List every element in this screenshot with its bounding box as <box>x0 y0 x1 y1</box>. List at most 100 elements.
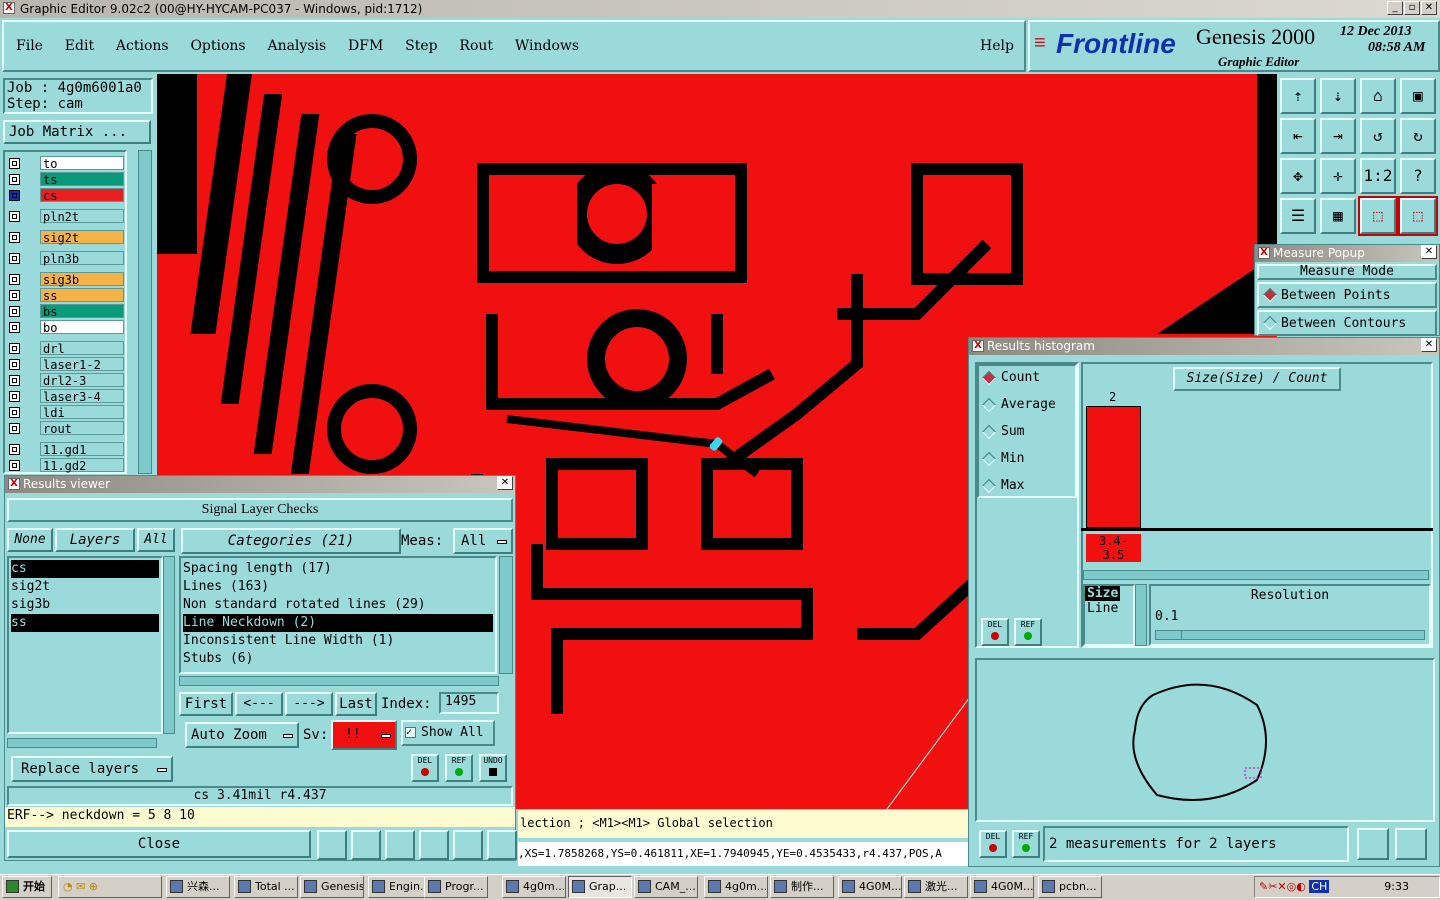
histogram-ref-button[interactable]: REF <box>1014 618 1042 646</box>
layer-name[interactable]: sig3b <box>40 272 124 287</box>
layer-row-drl[interactable]: drl <box>7 341 125 356</box>
radio-average[interactable]: Average <box>981 395 1073 417</box>
taskbar-item[interactable]: 4g0m... <box>502 876 566 898</box>
first-button[interactable]: First <box>179 692 233 716</box>
layer-checkbox[interactable] <box>9 274 20 285</box>
layer-checkbox[interactable] <box>9 444 20 455</box>
layer-checkbox[interactable] <box>9 375 20 386</box>
size-label[interactable]: Size <box>1085 586 1121 601</box>
scale-icon[interactable]: 1:2 <box>1360 158 1396 194</box>
all-button[interactable]: All <box>137 528 175 552</box>
open-icon[interactable]: ⇡ <box>1280 78 1316 114</box>
tray-icons[interactable]: ✎✂✕◎◐ <box>1259 880 1306 893</box>
layer-checkbox[interactable] <box>9 343 20 354</box>
resolution-slider[interactable] <box>1155 630 1425 640</box>
histogram-hscrollbar[interactable] <box>1083 570 1429 580</box>
help-icon[interactable]: ? <box>1400 158 1436 194</box>
lang-indicator[interactable]: CH <box>1309 880 1330 893</box>
preview-ref-button[interactable]: REF <box>1012 830 1040 858</box>
job-matrix-button[interactable]: Job Matrix ... <box>3 120 151 144</box>
layer-name[interactable]: ts <box>40 172 124 187</box>
undo-icon[interactable]: ↺ <box>1360 118 1396 154</box>
next-button[interactable]: ---> <box>285 692 333 716</box>
taskbar-item[interactable]: 兴森... <box>166 876 230 898</box>
layer-checkbox[interactable] <box>9 253 20 264</box>
window-icon[interactable]: ▣ <box>1400 78 1436 114</box>
menu-rout[interactable]: Rout <box>459 38 493 54</box>
auto-zoom-dropdown[interactable]: Auto Zoom <box>185 722 299 748</box>
layer-row-pln2t[interactable]: pln2t <box>7 209 125 224</box>
replace-layers-dropdown[interactable]: Replace layers <box>11 756 173 782</box>
settings-icon[interactable]: ☰ <box>1280 198 1316 234</box>
menu-dfm[interactable]: DFM <box>348 38 383 54</box>
taskbar-item[interactable]: 4G0M... <box>970 876 1034 898</box>
taskbar-item[interactable]: Progr... <box>424 876 488 898</box>
layer-checkbox[interactable] <box>9 232 20 243</box>
layer-checkbox[interactable] <box>9 460 20 471</box>
last-button[interactable]: Last <box>335 692 377 716</box>
layer-list-scrollbar[interactable] <box>163 556 175 734</box>
layer-checkbox[interactable] <box>9 290 20 301</box>
results-undo-button[interactable]: UNDO <box>479 754 507 782</box>
radio-max[interactable]: Max <box>981 476 1073 498</box>
layer-name[interactable]: ldi <box>40 405 124 420</box>
maximize-button[interactable]: ▫ <box>1404 1 1420 15</box>
histogram-export-icon[interactable] <box>1395 828 1427 860</box>
none-button[interactable]: None <box>7 528 53 552</box>
preview-del-button[interactable]: DEL <box>979 830 1007 858</box>
layer-checkbox[interactable] <box>9 211 20 222</box>
category-item[interactable]: Stubs (6) <box>183 650 493 668</box>
home-icon[interactable]: ⌂ <box>1360 78 1396 114</box>
layer-row-sig2t[interactable]: sig2t <box>7 230 125 245</box>
step-icon[interactable] <box>419 830 449 860</box>
layer-checkbox[interactable] <box>9 359 20 370</box>
taskbar-item[interactable]: Genesis <box>300 876 364 898</box>
layer-name[interactable]: cs <box>40 188 124 203</box>
category-item[interactable]: Lines (163) <box>183 578 493 596</box>
layer-row-pln3b[interactable]: pln3b <box>7 251 125 266</box>
layer-name[interactable]: pln2t <box>40 209 124 224</box>
radio-count[interactable]: Count <box>981 368 1073 390</box>
delete-icon[interactable] <box>385 830 415 860</box>
category-scrollbar[interactable] <box>499 556 513 674</box>
layer-name[interactable]: 11.gd1 <box>40 442 124 457</box>
layer-row-rout[interactable]: rout <box>7 421 125 436</box>
show-all-checkbox[interactable]: ✓ Show All <box>401 720 495 746</box>
layer-checkbox[interactable] <box>9 158 20 169</box>
histogram-zoom-icon[interactable] <box>1357 828 1389 860</box>
layer-list-hscrollbar[interactable] <box>7 738 157 748</box>
taskbar-item[interactable]: pcbn... <box>1038 876 1102 898</box>
layer-name[interactable]: rout <box>40 421 124 436</box>
pin-icon[interactable] <box>317 830 347 860</box>
results-close-action[interactable]: Close <box>7 830 311 858</box>
meas-dropdown[interactable]: All <box>453 528 513 554</box>
layer-name[interactable]: to <box>40 156 124 171</box>
save-icon[interactable]: ⇣ <box>1320 78 1356 114</box>
forward-icon[interactable]: ⇥ <box>1320 118 1356 154</box>
fit-icon[interactable]: ✥ <box>1280 158 1316 194</box>
minimize-button[interactable]: _ <box>1387 1 1403 15</box>
layer-checkbox[interactable] <box>9 391 20 402</box>
layer-checkbox[interactable] <box>9 407 20 418</box>
result-layer-item[interactable]: ss <box>11 614 159 632</box>
menu-help[interactable]: Help <box>980 38 1014 54</box>
layer-name[interactable]: bo <box>40 320 124 335</box>
layer-name[interactable]: 11.gd2 <box>40 458 124 473</box>
results-ref-button[interactable]: REF <box>445 754 473 782</box>
index-input[interactable]: 1495 <box>439 692 499 714</box>
menu-actions[interactable]: Actions <box>116 38 169 54</box>
line-label[interactable]: Line <box>1085 601 1133 616</box>
layer-row-sig3b[interactable]: sig3b <box>7 272 125 287</box>
measure-icon[interactable]: ⬚ <box>1358 196 1398 236</box>
histogram-del-button[interactable]: DEL <box>981 618 1009 646</box>
redo-icon[interactable]: ↻ <box>1400 118 1436 154</box>
categories-button[interactable]: Categories (21) <box>181 528 401 554</box>
layer-row-ldi[interactable]: ldi <box>7 405 125 420</box>
layer-row-to[interactable]: to <box>7 156 125 171</box>
category-item[interactable]: Inconsistent Line Width (1) <box>183 632 493 650</box>
layer-name[interactable]: bs <box>40 304 124 319</box>
result-layer-item[interactable]: sig3b <box>11 596 159 614</box>
layer-name[interactable]: sig2t <box>40 230 124 245</box>
taskbar-item[interactable]: 激光... <box>904 876 968 898</box>
layer-checkbox[interactable] <box>9 322 20 333</box>
